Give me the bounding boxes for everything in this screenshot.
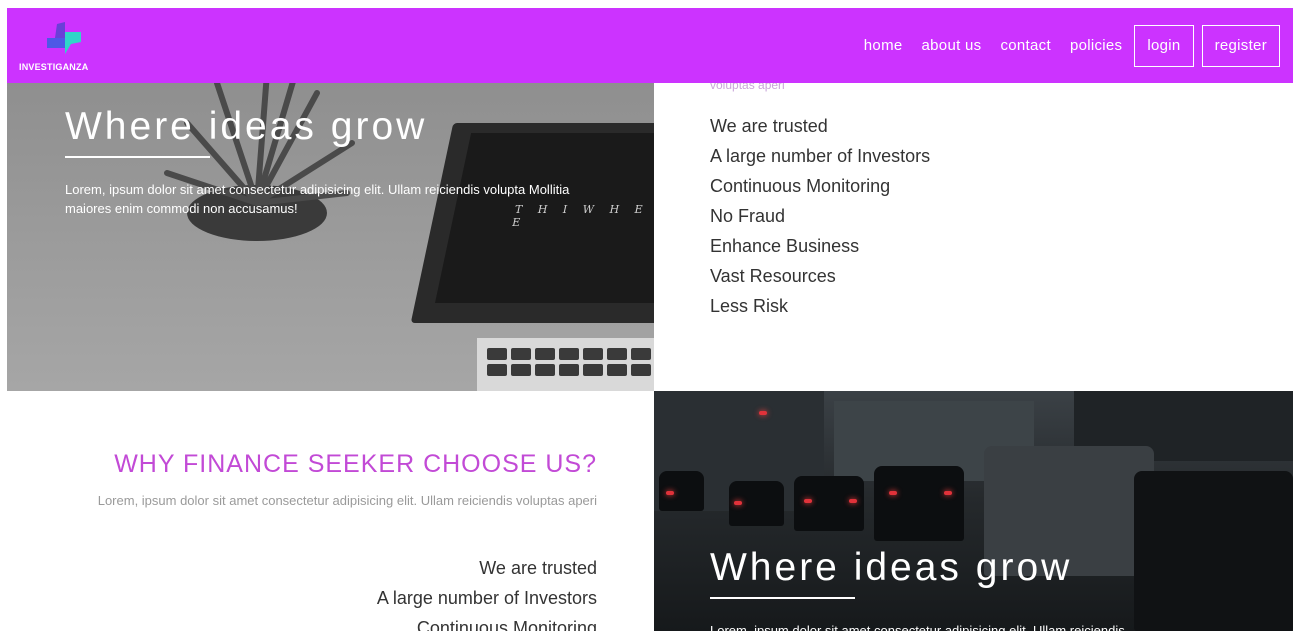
nav-link-home[interactable]: home xyxy=(864,37,903,54)
investors-feature-list: We are trusted A large number of Investo… xyxy=(710,111,930,321)
brand-name: INVESTIGANZA xyxy=(19,62,89,72)
hero-image-city: Where ideas grow Lorem, ipsum dolor sit … xyxy=(654,391,1293,631)
hero-left-title: Where ideas grow xyxy=(65,105,428,148)
register-button[interactable]: register xyxy=(1201,24,1280,67)
list-item: We are trusted xyxy=(710,116,828,136)
list-item: No Fraud xyxy=(710,206,786,226)
hero-left-text: Lorem, ipsum dolor sit amet consectetur … xyxy=(65,182,570,216)
hero-right-title: Where ideas grow xyxy=(710,546,1073,589)
finance-section-description: Lorem, ipsum dolor sit amet consectetur … xyxy=(97,493,597,508)
list-item: Enhance Business xyxy=(710,236,860,256)
brand-logo[interactable]: INVESTIGANZA xyxy=(19,22,109,72)
nav-link-about-us[interactable]: about us xyxy=(922,37,982,54)
navbar: INVESTIGANZA home about us contact polic… xyxy=(7,8,1293,83)
hero-right-underline xyxy=(710,597,855,599)
hero-left-underline xyxy=(65,156,210,158)
hero-image-desk: T H I W H E R E Where ideas grow Lorem, … xyxy=(7,83,654,391)
finance-section-title: WHY FINANCE SEEKER CHOOSE US? xyxy=(114,450,597,478)
list-item: A large number of Investors xyxy=(710,146,931,166)
list-item: Continuous Monitoring xyxy=(416,618,597,631)
list-item: A large number of Investors xyxy=(376,588,597,608)
hero-right-text: Lorem, ipsum dolor sit amet consectetur … xyxy=(710,623,1125,631)
list-item: Vast Resources xyxy=(710,266,836,286)
nav-links: home about us contact policies login reg… xyxy=(864,8,1293,83)
nav-link-contact[interactable]: contact xyxy=(1000,37,1050,54)
laptop-image: T H I W H E R E xyxy=(410,123,654,323)
keyboard-image xyxy=(477,338,654,391)
logo-icon xyxy=(47,22,81,54)
login-button[interactable]: login xyxy=(1134,24,1194,67)
list-item: Less Risk xyxy=(710,296,789,316)
nav-link-policies[interactable]: policies xyxy=(1070,37,1122,54)
list-item: Continuous Monitoring xyxy=(710,176,891,196)
finance-feature-list: We are trusted A large number of Investo… xyxy=(60,553,597,631)
list-item: We are trusted xyxy=(479,558,597,578)
